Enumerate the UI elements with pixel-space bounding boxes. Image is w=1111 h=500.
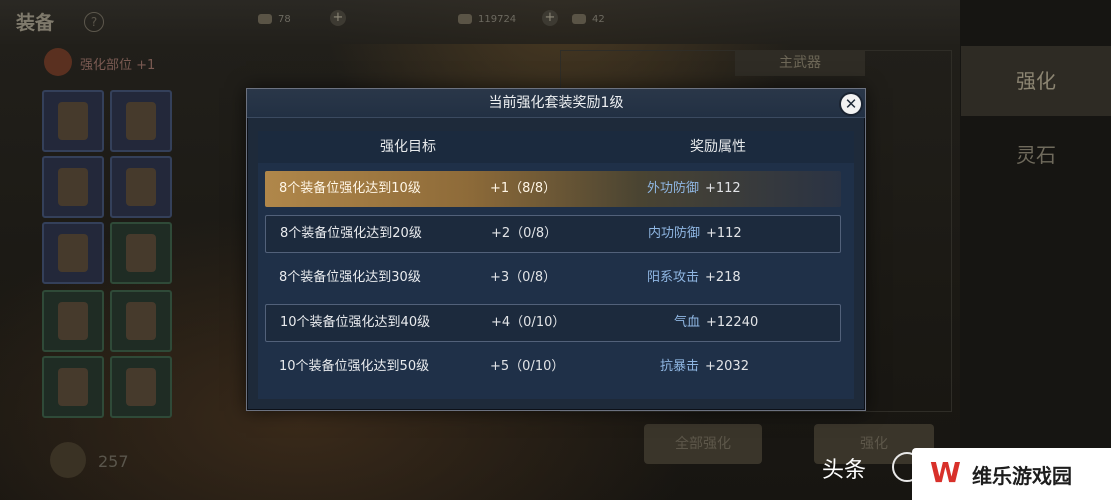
close-icon[interactable]: ✕ [841, 94, 861, 114]
set-bonus-dialog: 当前强化套装奖励1级 ✕ 强化目标 奖励属性 8个装备位强化达到10级 +1（8… [246, 88, 866, 411]
attribute-value: +12240 [706, 315, 759, 330]
target-text: 10个装备位强化达到50级 [279, 359, 430, 374]
level-progress: +2（0/8） [491, 226, 558, 241]
attribute-name: 抗暴击 [659, 359, 699, 374]
armor-icon [126, 168, 156, 206]
tab-stone[interactable]: 灵石 [961, 120, 1111, 190]
ring-icon [58, 368, 88, 406]
equipment-slot[interactable] [42, 290, 104, 352]
equipment-slot[interactable] [110, 290, 172, 352]
equipment-slot[interactable] [42, 222, 104, 284]
equipment-slot[interactable] [110, 90, 172, 152]
table-row: 8个装备位强化达到10级 +1（8/8） 外功防御 +112 [265, 171, 841, 207]
target-text: 10个装备位强化达到40级 [280, 315, 431, 330]
resource-value: 78 [278, 14, 291, 25]
helmet-icon [58, 168, 88, 206]
currency-icon [50, 442, 86, 478]
help-icon[interactable]: ? [84, 12, 104, 32]
currency-count: 257 [98, 452, 129, 471]
resource-value: 42 [592, 14, 605, 25]
gear-item-icon [126, 302, 156, 340]
enhance-part-label: 强化部位 +1 [80, 58, 156, 73]
attribute-value: +2032 [705, 359, 749, 374]
watermark-site-name: 维乐游戏园 [972, 464, 1072, 488]
target-text: 8个装备位强化达到10级 [279, 181, 421, 196]
target-text: 8个装备位强化达到30级 [279, 270, 421, 285]
resource-counter: 78 [258, 14, 291, 25]
enhance-icon [44, 48, 72, 76]
table-header: 强化目标 奖励属性 [258, 131, 854, 163]
add-resource-button[interactable]: + [330, 10, 346, 26]
column-header-reward: 奖励属性 [690, 139, 746, 155]
level-progress: +5（0/10） [490, 359, 565, 374]
dialog-title: 当前强化套装奖励1级 [247, 89, 865, 118]
weapon-icon [58, 102, 88, 140]
equipment-slot[interactable] [42, 156, 104, 218]
level-progress: +3（0/8） [490, 270, 557, 285]
bonus-table: 强化目标 奖励属性 8个装备位强化达到10级 +1（8/8） 外功防御 +112… [258, 131, 854, 399]
resource-counter: 119724 [458, 14, 516, 25]
ring-icon [126, 368, 156, 406]
resource-counter: 42 [572, 14, 605, 25]
panel-header: 主武器 [735, 50, 865, 76]
table-row: 10个装备位强化达到50级 +5（0/10） 抗暴击 +2032 [265, 349, 841, 385]
resource-value: 119724 [478, 14, 517, 25]
equipment-slot[interactable] [110, 156, 172, 218]
screen-title: 装备 [16, 12, 55, 34]
attribute-name: 外功防御 [646, 181, 699, 196]
equipment-slot[interactable] [110, 356, 172, 418]
watermark-text: 头条 [822, 458, 867, 483]
resource-icon [458, 14, 472, 24]
table-row: 8个装备位强化达到20级 +2（0/8） 内功防御 +112 [265, 215, 841, 253]
tab-enhance[interactable]: 强化 [961, 46, 1111, 116]
table-row: 10个装备位强化达到40级 +4（0/10） 气血 +12240 [265, 304, 841, 342]
gear-item-icon [58, 302, 88, 340]
attribute-name: 内功防御 [647, 226, 700, 241]
attribute-value: +112 [705, 181, 741, 196]
level-progress: +4（0/10） [491, 315, 566, 330]
attribute-value: +112 [706, 226, 742, 241]
add-resource-button[interactable]: + [542, 10, 558, 26]
gear-item-icon [126, 234, 156, 272]
attribute-value: +218 [705, 270, 741, 285]
site-logo-icon: W [930, 456, 961, 489]
gear-item-icon [58, 234, 88, 272]
enhance-all-button[interactable]: 全部强化 [644, 424, 762, 464]
level-progress: +1（8/8） [490, 181, 557, 196]
attribute-name: 阳系攻击 [646, 270, 699, 285]
weapon-icon [126, 102, 156, 140]
attribute-name: 气血 [673, 315, 700, 330]
resource-icon [572, 14, 586, 24]
equipment-slot[interactable] [110, 222, 172, 284]
equipment-slot[interactable] [42, 356, 104, 418]
resource-icon [258, 14, 272, 24]
table-row: 8个装备位强化达到30级 +3（0/8） 阳系攻击 +218 [265, 260, 841, 296]
column-header-target: 强化目标 [380, 139, 436, 155]
target-text: 8个装备位强化达到20级 [280, 226, 422, 241]
equipment-slot[interactable] [42, 90, 104, 152]
